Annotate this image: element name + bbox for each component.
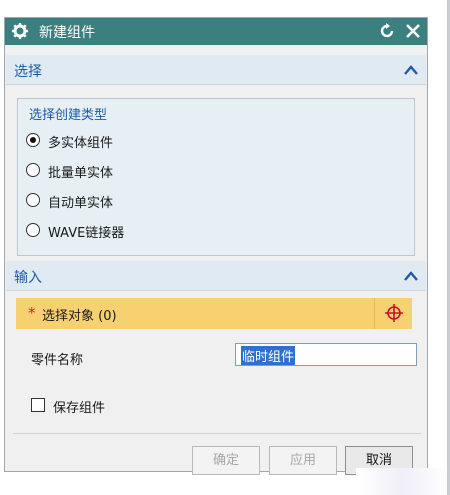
- apply-button[interactable]: 应用: [269, 446, 337, 475]
- reset-icon[interactable]: [377, 21, 397, 41]
- radio-label: 批量单实体: [48, 166, 114, 181]
- save-component-label: 保存组件: [53, 401, 106, 416]
- dialog-titlebar[interactable]: 新建组件: [5, 18, 427, 45]
- input-section-title: 输入: [14, 270, 42, 286]
- select-section-title: 选择: [14, 64, 42, 80]
- select-object-row[interactable]: * 选择对象 (0): [16, 298, 412, 329]
- footer-divider: [13, 433, 421, 434]
- radio-button-selected[interactable]: [26, 133, 40, 147]
- radio-button[interactable]: [26, 193, 40, 207]
- ok-button[interactable]: 确定: [192, 446, 260, 475]
- select-object-button[interactable]: [374, 298, 412, 329]
- gear-icon[interactable]: [11, 22, 29, 40]
- select-object-label: 选择对象 (0): [42, 309, 117, 324]
- crosshair-icon: [385, 304, 403, 322]
- part-name-value: 临时组件: [241, 346, 296, 365]
- creation-type-label: 选择创建类型: [29, 108, 108, 123]
- radio-label: WAVE链接器: [48, 226, 125, 241]
- part-name-input[interactable]: 临时组件: [235, 343, 417, 366]
- required-mark: *: [28, 304, 36, 322]
- radio-button[interactable]: [26, 223, 40, 237]
- chevron-up-icon[interactable]: [404, 64, 418, 75]
- radio-label: 多实体组件: [48, 136, 114, 151]
- select-section: 选择 选择创建类型 多实体组件 批量单实体 自动单实体 WAVE链接器: [6, 55, 426, 266]
- input-section: 输入: [6, 261, 426, 293]
- close-icon[interactable]: [403, 21, 423, 41]
- chevron-up-icon[interactable]: [404, 270, 418, 281]
- save-component-checkbox[interactable]: [31, 398, 45, 412]
- input-section-header[interactable]: 输入: [6, 261, 426, 291]
- part-name-label: 零件名称: [31, 353, 84, 368]
- radio-label: 自动单实体: [48, 196, 114, 211]
- new-component-dialog: 新建组件 选择 选择创建类型 多实体组件 批量单实体 自动单实体 WAVE链接器…: [4, 17, 428, 475]
- dialog-title: 新建组件: [39, 25, 95, 41]
- creation-type-group: 选择创建类型 多实体组件 批量单实体 自动单实体 WAVE链接器: [17, 98, 415, 256]
- background-fade: [356, 468, 450, 495]
- select-section-header[interactable]: 选择: [6, 55, 426, 85]
- radio-button[interactable]: [26, 163, 40, 177]
